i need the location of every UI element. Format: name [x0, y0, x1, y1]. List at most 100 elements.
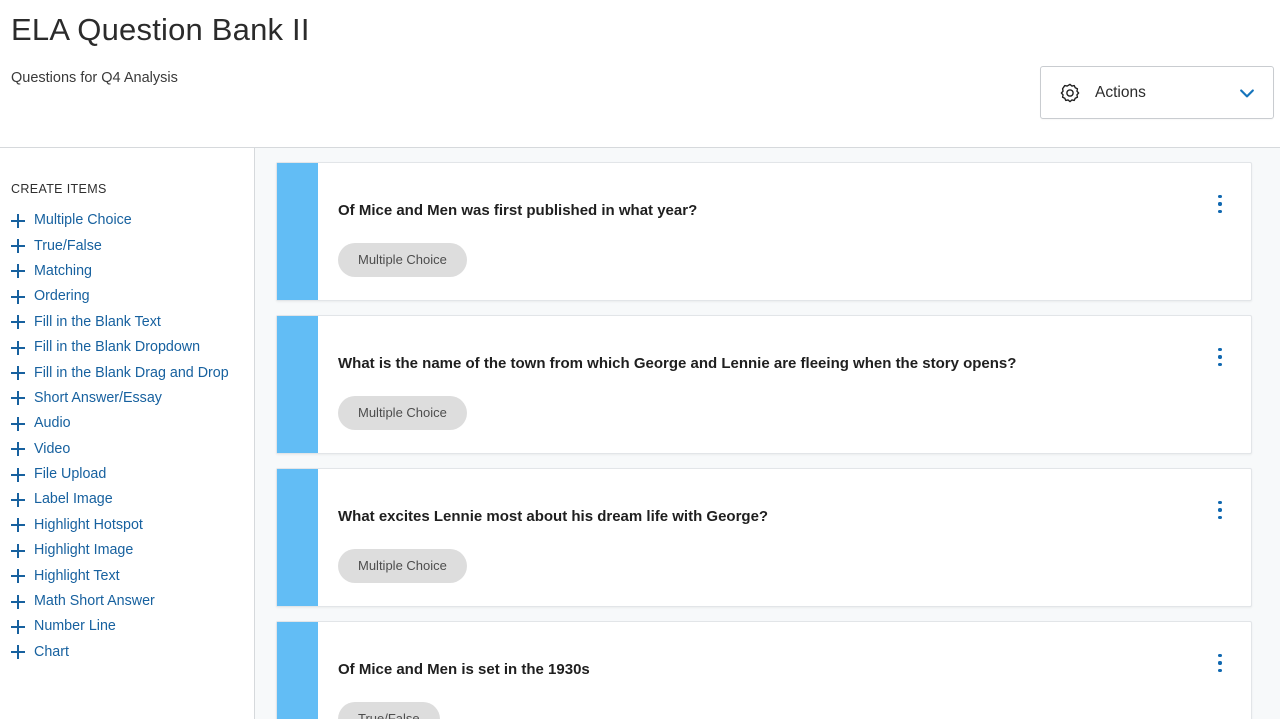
create-item-label: Chart — [34, 643, 69, 660]
kebab-menu-icon[interactable] — [1213, 346, 1227, 368]
plus-icon — [11, 543, 25, 558]
create-items-list: Multiple Choice True/False Matching Orderin… — [0, 208, 254, 665]
create-item-file-upload[interactable]: File Upload — [0, 462, 254, 487]
kebab-dot — [1218, 348, 1222, 352]
create-item-label: Fill in the Blank Dropdown — [34, 339, 201, 356]
create-item-label-image[interactable]: Label Image — [0, 487, 254, 512]
create-item-label: Highlight Text — [34, 567, 120, 584]
kebab-dot — [1218, 668, 1222, 672]
plus-icon — [11, 213, 25, 228]
kebab-dot — [1218, 515, 1222, 519]
page-title: ELA Question Bank II — [11, 12, 310, 47]
create-item-label: Video — [34, 440, 71, 457]
sidebar-heading: CREATE ITEMS — [11, 182, 107, 196]
create-item-label: Short Answer/Essay — [34, 389, 162, 406]
create-item-audio[interactable]: Audio — [0, 411, 254, 436]
kebab-dot — [1218, 661, 1222, 665]
actions-button-label: Actions — [1095, 83, 1146, 101]
card-body: Of Mice and Men was first published in w… — [318, 163, 1251, 300]
plus-icon — [11, 366, 25, 381]
plus-icon — [11, 619, 25, 634]
plus-icon — [11, 518, 25, 533]
question-type-badge: Multiple Choice — [338, 243, 467, 277]
create-item-label: True/False — [34, 237, 102, 254]
kebab-dot — [1218, 501, 1222, 505]
plus-icon — [11, 340, 25, 355]
create-item-number-line[interactable]: Number Line — [0, 614, 254, 639]
question-card[interactable]: What excites Lennie most about his dream… — [276, 468, 1252, 607]
question-text: Of Mice and Men was first published in w… — [338, 202, 698, 219]
card-accent-bar — [277, 469, 318, 606]
create-item-label: Highlight Image — [34, 542, 134, 559]
create-item-ordering[interactable]: Ordering — [0, 284, 254, 309]
create-item-highlight-text[interactable]: Highlight Text — [0, 563, 254, 588]
plus-icon — [11, 315, 25, 330]
create-item-highlight-hotspot[interactable]: Highlight Hotspot — [0, 513, 254, 538]
question-type-badge: Multiple Choice — [338, 549, 467, 583]
kebab-dot — [1218, 355, 1222, 359]
plus-icon — [11, 442, 25, 457]
actions-button[interactable]: Actions — [1040, 66, 1274, 119]
kebab-menu-icon[interactable] — [1213, 652, 1227, 674]
question-text: What is the name of the town from which … — [338, 355, 1017, 372]
gear-icon — [1059, 82, 1081, 104]
question-card[interactable]: Of Mice and Men was first published in w… — [276, 162, 1252, 301]
chevron-down-icon — [1237, 83, 1257, 103]
kebab-dot — [1218, 654, 1222, 658]
question-text: Of Mice and Men is set in the 1930s — [338, 661, 590, 678]
card-accent-bar — [277, 316, 318, 453]
plus-icon — [11, 492, 25, 507]
create-item-video[interactable]: Video — [0, 437, 254, 462]
plus-icon — [11, 264, 25, 279]
plus-icon — [11, 239, 25, 254]
create-item-chart[interactable]: Chart — [0, 640, 254, 665]
create-item-label: Fill in the Blank Drag and Drop — [34, 364, 229, 381]
kebab-menu-icon[interactable] — [1213, 193, 1227, 215]
create-item-label: Math Short Answer — [34, 593, 155, 610]
kebab-dot — [1218, 195, 1222, 199]
kebab-dot — [1218, 508, 1222, 512]
create-item-math-short-answer[interactable]: Math Short Answer — [0, 589, 254, 614]
card-body: Of Mice and Men is set in the 1930s True/… — [318, 622, 1251, 719]
card-body: What is the name of the town from which … — [318, 316, 1251, 453]
create-item-matching[interactable]: Matching — [0, 259, 254, 284]
plus-icon — [11, 467, 25, 482]
question-card[interactable]: Of Mice and Men is set in the 1930s True/… — [276, 621, 1252, 719]
create-item-highlight-image[interactable]: Highlight Image — [0, 538, 254, 563]
create-item-label: Matching — [34, 262, 93, 279]
create-item-label: Multiple Choice — [34, 212, 132, 229]
create-item-label: Fill in the Blank Text — [34, 313, 161, 330]
page-header: ELA Question Bank II Questions for Q4 An… — [0, 0, 1280, 148]
create-item-label: Number Line — [34, 618, 116, 635]
create-item-fill-in-the-blank-text[interactable]: Fill in the Blank Text — [0, 310, 254, 335]
create-item-short-answer-essay[interactable]: Short Answer/Essay — [0, 386, 254, 411]
card-accent-bar — [277, 622, 318, 719]
question-card[interactable]: What is the name of the town from which … — [276, 315, 1252, 454]
body-wrapper: CREATE ITEMS Multiple Choice True/False Ma… — [0, 148, 1280, 719]
create-item-label: Highlight Hotspot — [34, 516, 143, 533]
kebab-menu-icon[interactable] — [1213, 499, 1227, 521]
page-subtitle: Questions for Q4 Analysis — [11, 70, 178, 86]
plus-icon — [11, 569, 25, 584]
create-item-label: File Upload — [34, 466, 107, 483]
kebab-dot — [1218, 202, 1222, 206]
card-accent-bar — [277, 163, 318, 300]
questions-panel: Of Mice and Men was first published in w… — [255, 148, 1280, 719]
create-item-fill-in-the-blank-dropdown[interactable]: Fill in the Blank Dropdown — [0, 335, 254, 360]
card-body: What excites Lennie most about his dream… — [318, 469, 1251, 606]
question-type-badge: True/False — [338, 702, 440, 719]
create-item-multiple-choice[interactable]: Multiple Choice — [0, 208, 254, 233]
plus-icon — [11, 416, 25, 431]
create-item-label: Ordering — [34, 288, 90, 305]
kebab-dot — [1218, 209, 1222, 213]
plus-icon — [11, 289, 25, 304]
plus-icon — [11, 391, 25, 406]
create-item-fill-in-the-blank-drag-and-drop[interactable]: Fill in the Blank Drag and Drop — [0, 360, 254, 385]
sidebar: CREATE ITEMS Multiple Choice True/False Ma… — [0, 148, 255, 719]
create-item-label: Label Image — [34, 491, 113, 508]
create-item-true-false[interactable]: True/False — [0, 233, 254, 258]
plus-icon — [11, 594, 25, 609]
kebab-dot — [1218, 362, 1222, 366]
plus-icon — [11, 645, 25, 660]
question-type-badge: Multiple Choice — [338, 396, 467, 430]
